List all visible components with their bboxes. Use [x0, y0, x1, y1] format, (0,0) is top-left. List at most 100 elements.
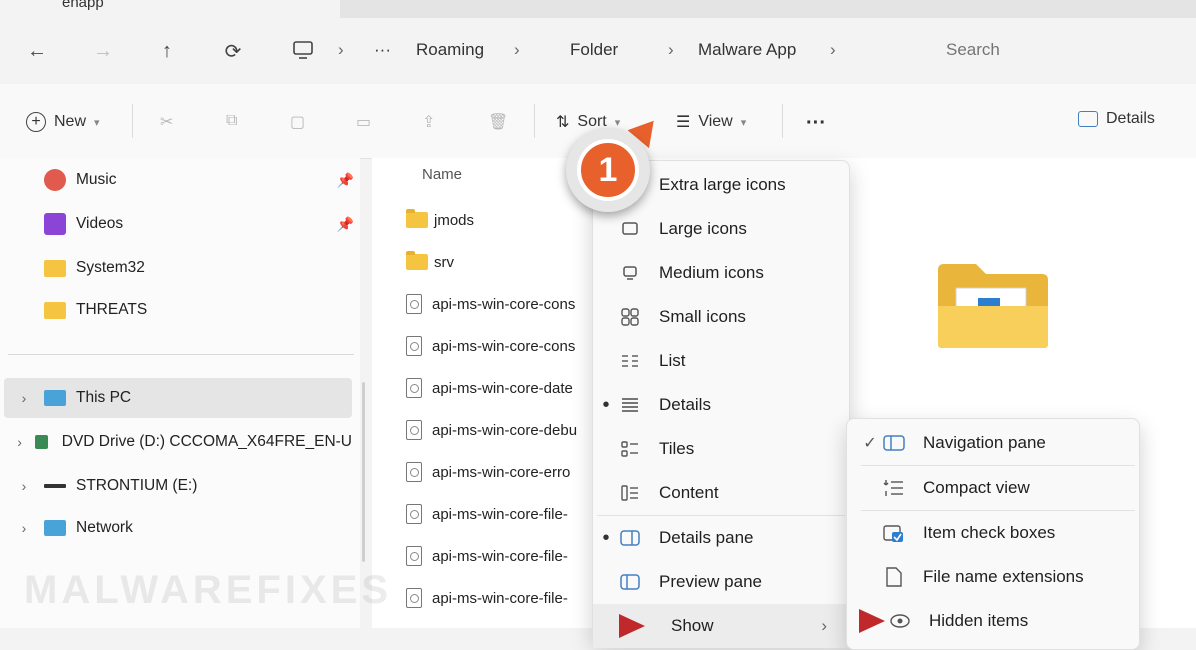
tiles-view-icon: [619, 440, 641, 458]
menu-item-content[interactable]: Content: [593, 471, 849, 515]
checkbox-icon: [883, 524, 905, 542]
breadcrumb-overflow[interactable]: ···: [374, 40, 391, 60]
nav-item-dvd-drive[interactable]: › DVD Drive (D:) CCCOMA_X64FRE_EN-U: [4, 422, 352, 462]
nav-item-videos[interactable]: Videos 📌: [44, 204, 354, 244]
tab-active[interactable]: [0, 0, 340, 18]
chevron-right-icon[interactable]: ›: [4, 520, 44, 536]
toolbar-divider: [782, 104, 783, 138]
details-label: Details: [1106, 110, 1155, 127]
nav-item-label: This PC: [76, 389, 132, 406]
rename-icon: ▭: [356, 114, 372, 131]
rename-button[interactable]: ▭: [356, 112, 371, 132]
nav-item-label: THREATS: [76, 301, 148, 318]
breadcrumb-malware-app[interactable]: Malware App: [698, 40, 796, 60]
file-extension-icon: [883, 567, 905, 587]
column-header-name[interactable]: Name: [422, 166, 462, 183]
chevron-right-icon[interactable]: ›: [4, 478, 44, 494]
menu-item-show[interactable]: Show ›: [593, 604, 849, 648]
breadcrumb-roaming[interactable]: Roaming: [416, 40, 484, 60]
menu-item-label: Small icons: [659, 307, 746, 326]
share-button[interactable]: ⇪: [422, 112, 435, 132]
menu-item-item-check-boxes[interactable]: Item check boxes: [857, 511, 1139, 555]
search-input[interactable]: [946, 40, 1176, 60]
file-name: api-ms-win-core-date: [432, 379, 573, 397]
details-pane-icon: [1078, 111, 1098, 127]
network-icon: [44, 520, 66, 536]
menu-item-label: Compact view: [923, 478, 1030, 497]
dll-file-icon: [406, 588, 422, 608]
menu-item-label: Large icons: [659, 219, 747, 238]
list-item[interactable]: srv: [406, 242, 454, 282]
forward-button[interactable]: →: [88, 36, 118, 66]
menu-item-small-icons[interactable]: Small icons: [593, 295, 849, 339]
nav-scrollbar[interactable]: [362, 382, 365, 562]
more-options-button[interactable]: ···: [806, 112, 826, 135]
file-name: api-ms-win-core-file-: [432, 505, 568, 523]
list-item[interactable]: api-ms-win-core-erro: [406, 452, 570, 492]
menu-item-label: Details pane: [659, 528, 754, 547]
nav-item-music[interactable]: Music 📌: [44, 160, 354, 200]
chevron-right-icon[interactable]: ›: [4, 434, 35, 450]
list-item[interactable]: api-ms-win-core-file-: [406, 578, 568, 618]
nav-item-strontium[interactable]: › STRONTIUM (E:): [4, 466, 352, 506]
callout-badge: 1: [566, 128, 650, 212]
folder-icon: [44, 259, 66, 277]
cut-button[interactable]: ✂: [160, 112, 173, 132]
nav-item-label: DVD Drive (D:) CCCOMA_X64FRE_EN-U: [61, 433, 352, 450]
music-icon: [44, 169, 66, 191]
back-button[interactable]: ←: [22, 36, 52, 66]
delete-button[interactable]: 🗑: [488, 112, 508, 132]
folder-icon: [406, 251, 428, 270]
nav-item-label: STRONTIUM (E:): [76, 477, 198, 494]
nav-item-this-pc[interactable]: › This PC: [4, 378, 352, 418]
paste-button[interactable]: ▢: [290, 112, 305, 132]
videos-icon: [44, 213, 66, 235]
copy-button[interactable]: ⧉: [226, 112, 237, 130]
nav-item-network[interactable]: › Network: [4, 508, 352, 548]
breadcrumb-separator: ›: [514, 40, 520, 59]
tab-label: enapp: [62, 0, 104, 11]
menu-item-label: Extra large icons: [659, 175, 786, 194]
content-view-icon: [619, 484, 641, 502]
refresh-button[interactable]: ⟳: [218, 36, 248, 66]
list-item[interactable]: api-ms-win-core-cons: [406, 284, 575, 324]
breadcrumb-folder[interactable]: Folder: [570, 40, 618, 60]
menu-item-label: Content: [659, 483, 719, 502]
dll-file-icon: [406, 420, 422, 440]
trash-icon: 🗑: [488, 114, 509, 131]
nav-item-threats[interactable]: THREATS: [44, 290, 354, 330]
menu-item-medium-icons[interactable]: Medium icons: [593, 251, 849, 295]
details-button[interactable]: Details: [1078, 110, 1155, 128]
menu-item-hidden-items[interactable]: Hidden items: [857, 599, 1139, 643]
view-button[interactable]: ☰ View ▾: [676, 112, 746, 132]
nav-item-system32[interactable]: System32: [44, 248, 354, 288]
menu-item-label: List: [659, 351, 686, 370]
list-item[interactable]: api-ms-win-core-file-: [406, 494, 568, 534]
list-item[interactable]: api-ms-win-core-cons: [406, 326, 575, 366]
dll-file-icon: [406, 504, 422, 524]
menu-item-large-icons[interactable]: Large icons: [593, 207, 849, 251]
callout-number: 1: [577, 139, 639, 201]
list-item[interactable]: api-ms-win-core-debu: [406, 410, 577, 450]
list-item[interactable]: api-ms-win-core-date: [406, 368, 573, 408]
menu-item-details[interactable]: • Details: [593, 383, 849, 427]
red-arrow-icon: [859, 609, 885, 633]
list-item[interactable]: jmods: [406, 200, 474, 240]
menu-bullet: •: [602, 526, 610, 549]
menu-item-compact-view[interactable]: Compact view: [857, 466, 1139, 510]
menu-item-list[interactable]: List: [593, 339, 849, 383]
list-item[interactable]: api-ms-win-core-file-: [406, 536, 568, 576]
menu-item-navigation-pane[interactable]: ✓ Navigation pane: [857, 421, 1139, 465]
menu-item-details-pane[interactable]: • Details pane: [593, 516, 849, 560]
menu-item-file-name-extensions[interactable]: File name extensions: [857, 555, 1139, 599]
dll-file-icon: [406, 378, 422, 398]
up-button[interactable]: ↑: [152, 36, 182, 66]
menu-item-tiles[interactable]: Tiles: [593, 427, 849, 471]
nav-item-label: Music: [76, 171, 117, 188]
paste-icon: ▢: [290, 114, 306, 131]
menu-item-label: Item check boxes: [923, 523, 1056, 542]
new-button[interactable]: + New ▾: [26, 112, 100, 132]
chevron-right-icon[interactable]: ›: [4, 390, 44, 406]
menu-item-label: Preview pane: [659, 572, 763, 591]
menu-item-preview-pane[interactable]: Preview pane: [593, 560, 849, 604]
